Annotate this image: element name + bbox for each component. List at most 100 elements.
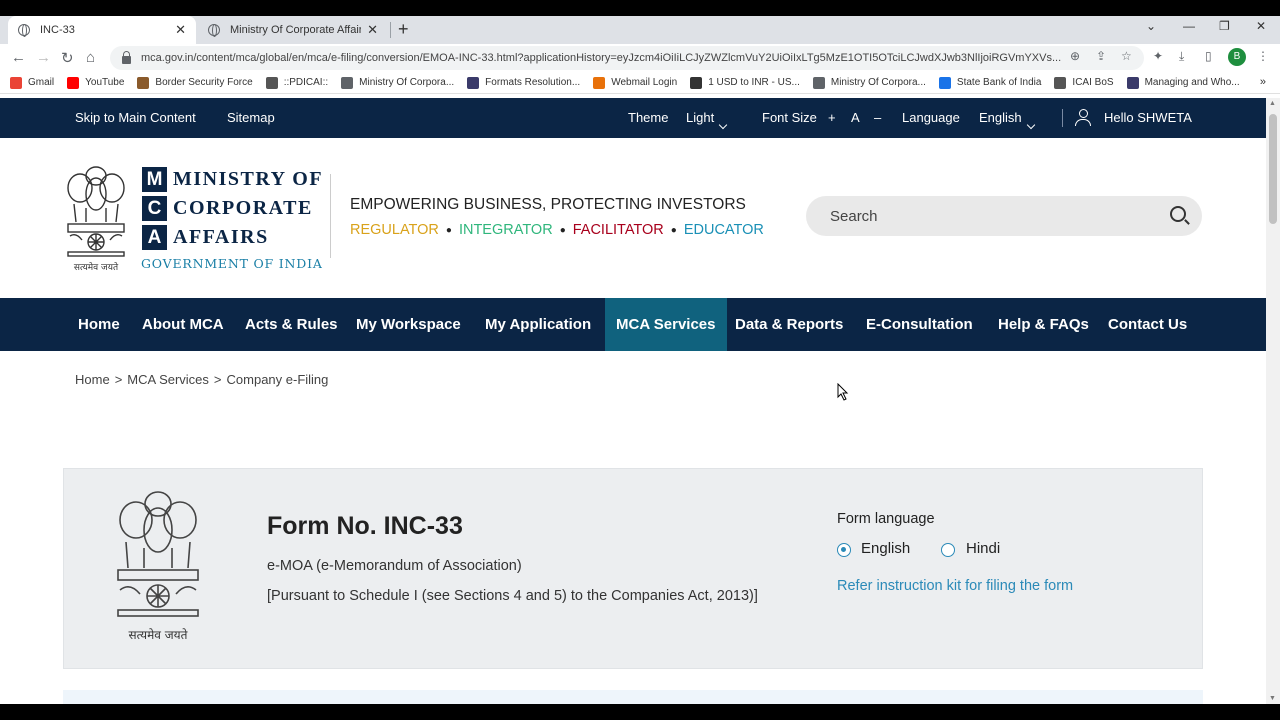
- tab-label: INC-33: [40, 24, 75, 36]
- main-nav: Home About MCA Acts & Rules My Workspace My …: [0, 298, 1266, 351]
- scroll-thumb[interactable]: [1269, 114, 1277, 224]
- tab-mca[interactable]: Ministry Of Corporate Affairs - M ✕: [198, 16, 388, 44]
- new-tab-icon[interactable]: +: [398, 19, 409, 40]
- logo-word: CORPORATE: [173, 197, 313, 219]
- emblem-caption: सत्यमेव जयते: [74, 261, 119, 272]
- sidepanel-icon[interactable]: ▯: [1205, 49, 1212, 63]
- address-bar[interactable]: mca.gov.in/content/mca/global/en/mca/e-f…: [110, 46, 1144, 70]
- share-icon[interactable]: ⇪: [1096, 49, 1106, 63]
- bookmark-item[interactable]: Formats Resolution...: [467, 76, 580, 89]
- close-icon[interactable]: ✕: [175, 22, 186, 38]
- language-dropdown[interactable]: English: [979, 110, 1035, 130]
- emblem-logo[interactable]: सत्यमेव जयते: [62, 160, 130, 272]
- window-close-icon[interactable]: ✕: [1256, 19, 1266, 33]
- bookmarks-more-icon[interactable]: »: [1260, 76, 1266, 88]
- nav-data-reports[interactable]: Data & Reports: [735, 298, 843, 351]
- bookmark-item[interactable]: Managing and Who...: [1126, 76, 1240, 89]
- scroll-up-icon[interactable]: ▲: [1269, 100, 1276, 107]
- bookmark-item[interactable]: State Bank of India: [938, 76, 1041, 89]
- bookmark-icon: [137, 76, 150, 89]
- bookmark-item[interactable]: Ministry Of Corpora...: [812, 76, 926, 89]
- logo-word: MINISTRY OF: [173, 168, 324, 190]
- star-icon[interactable]: ☆: [1121, 49, 1132, 63]
- minimize-icon[interactable]: —: [1183, 19, 1195, 33]
- nav-home[interactable]: Home: [78, 298, 120, 351]
- bookmark-item[interactable]: ::PDICAI::: [265, 76, 329, 89]
- bookmark-label: Gmail: [28, 77, 55, 88]
- radio-hindi-label[interactable]: Hindi: [966, 540, 1000, 557]
- mca-logo[interactable]: M MINISTRY OF C CORPORATE A AFFAIRS: [142, 165, 323, 252]
- radio-hindi[interactable]: [941, 543, 955, 557]
- radio-english[interactable]: [837, 543, 851, 557]
- breadcrumb-home[interactable]: Home: [75, 372, 110, 387]
- chevron-down-icon: [718, 120, 728, 130]
- forward-icon[interactable]: →: [36, 49, 51, 66]
- nav-e-consultation[interactable]: E-Consultation: [866, 298, 973, 351]
- bookmark-item[interactable]: Webmail Login: [593, 76, 677, 89]
- font-size-label: Font Size: [762, 110, 817, 125]
- bookmark-label: Managing and Who...: [1144, 77, 1240, 88]
- nav-my-workspace[interactable]: My Workspace: [356, 298, 461, 351]
- nav-help-faqs[interactable]: Help & FAQs: [998, 298, 1089, 351]
- bookmark-item[interactable]: YouTube: [67, 76, 124, 89]
- bookmark-label: ::PDICAI::: [283, 77, 329, 88]
- font-reset-button[interactable]: A: [851, 110, 860, 125]
- role-facilitator: FACILITATOR: [572, 222, 664, 238]
- nav-mca-services[interactable]: MCA Services: [605, 298, 727, 351]
- theme-value: Light: [686, 110, 715, 125]
- nav-my-application[interactable]: My Application: [485, 298, 591, 351]
- search-input[interactable]: [830, 207, 1150, 225]
- menu-icon[interactable]: ⋮: [1257, 49, 1269, 63]
- nav-contact-us[interactable]: Contact Us: [1108, 298, 1187, 351]
- tab-label: Ministry Of Corporate Affairs - M: [230, 24, 362, 36]
- bullet-dot: ●: [559, 224, 566, 236]
- bookmark-icon: [593, 76, 606, 89]
- emblem-caption: सत्यमेव जयते: [129, 628, 189, 642]
- maximize-icon[interactable]: ❐: [1219, 19, 1230, 33]
- search-icon[interactable]: [1170, 206, 1186, 222]
- bookmark-item[interactable]: Border Security Force: [137, 76, 253, 89]
- font-increase-button[interactable]: +: [828, 110, 836, 125]
- logo-letter: M: [142, 167, 167, 192]
- form-language-label: Form language: [837, 511, 935, 527]
- search-box[interactable]: [806, 196, 1202, 236]
- skip-link[interactable]: Skip to Main Content: [75, 110, 196, 125]
- user-icon[interactable]: [1075, 109, 1091, 126]
- role-regulator: REGULATOR: [350, 222, 439, 238]
- bookmark-item[interactable]: Gmail: [10, 76, 55, 89]
- sitemap-link[interactable]: Sitemap: [227, 110, 275, 125]
- roles-line: REGULATOR ● INTEGRATOR ● FACILITATOR ● EDUCATO…: [350, 222, 764, 238]
- instruction-kit-link[interactable]: Refer instruction kit for filing the for…: [837, 578, 1073, 594]
- bookmark-item[interactable]: 1 USD to INR - US...: [690, 76, 800, 89]
- tab-search-icon[interactable]: ⌄: [1146, 19, 1156, 33]
- tab-inc33[interactable]: INC-33 ✕: [8, 16, 196, 44]
- form-card: [63, 468, 1203, 669]
- back-icon[interactable]: ←: [11, 49, 26, 66]
- scroll-down-icon[interactable]: ▼: [1269, 695, 1276, 702]
- url-text: mca.gov.in/content/mca/global/en/mca/e-f…: [141, 52, 1062, 64]
- font-decrease-button[interactable]: –: [874, 110, 881, 125]
- globe-icon: [18, 24, 30, 37]
- breadcrumb-mca-services[interactable]: MCA Services: [127, 372, 209, 387]
- zoom-icon[interactable]: ⊕: [1070, 49, 1080, 63]
- close-icon[interactable]: ✕: [367, 22, 378, 38]
- user-greeting[interactable]: Hello SHWETA: [1104, 110, 1192, 125]
- logo-letter: C: [142, 196, 167, 221]
- breadcrumb: Home > MCA Services > Company e-Filing: [75, 372, 329, 387]
- download-icon[interactable]: ⤓: [1179, 49, 1184, 64]
- home-icon[interactable]: ⌂: [86, 49, 95, 66]
- bookmarks-bar: Gmail YouTube Border Security Force::PDICA…: [0, 72, 1280, 94]
- nav-about-mca[interactable]: About MCA: [142, 298, 224, 351]
- lock-icon: [122, 50, 131, 64]
- form-subtitle: e-MOA (e-Memorandum of Association): [267, 558, 522, 574]
- scrollbar[interactable]: ▲ ▼: [1266, 98, 1280, 704]
- language-value: English: [979, 110, 1022, 125]
- nav-acts-rules[interactable]: Acts & Rules: [245, 298, 338, 351]
- extensions-icon[interactable]: ✦: [1153, 49, 1163, 63]
- reload-icon[interactable]: ↻: [61, 49, 74, 67]
- bookmark-item[interactable]: ICAI BoS: [1054, 76, 1114, 89]
- bookmark-item[interactable]: Ministry Of Corpora...: [341, 76, 454, 89]
- radio-english-label[interactable]: English: [861, 540, 910, 557]
- profile-avatar[interactable]: B: [1228, 48, 1246, 66]
- theme-dropdown[interactable]: Light: [686, 110, 728, 130]
